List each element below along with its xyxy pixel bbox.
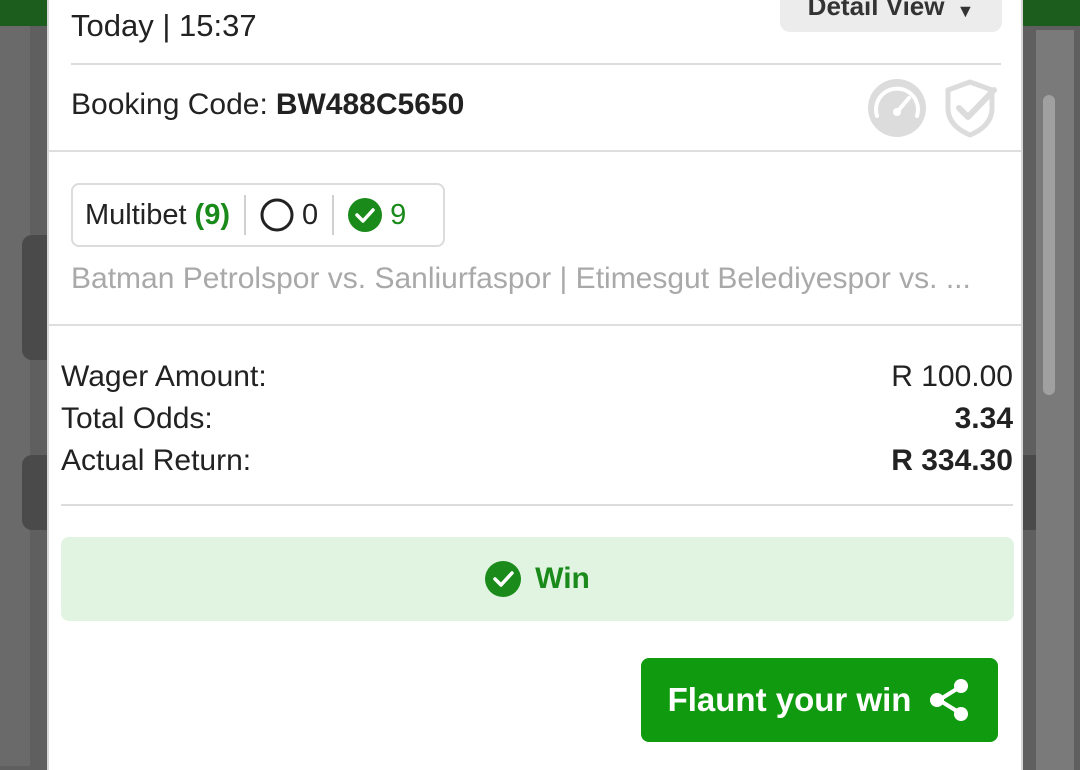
- return-value: R 334.30: [891, 444, 1013, 477]
- check-circle-icon: [485, 561, 522, 597]
- booking-code-row: Booking Code: BW488C5650: [71, 88, 464, 122]
- return-row: Actual Return: R 334.30: [61, 444, 1013, 486]
- bet-detail-modal: Today | 15:37 Detail View ▼ Booking Code…: [47, 0, 1023, 770]
- share-icon: [930, 679, 969, 721]
- matches-list[interactable]: Batman Petrolspor vs. Sanliurfaspor | Et…: [71, 262, 1001, 296]
- result-banner: Win: [61, 537, 1014, 621]
- chevron-down-icon: ▼: [956, 1, 975, 21]
- flaunt-your-win-button[interactable]: Flaunt your win: [641, 658, 998, 742]
- result-status: Win: [535, 562, 590, 595]
- background-left-strip: [0, 26, 30, 766]
- detail-view-label: Detail View: [807, 0, 945, 21]
- speedometer-icon[interactable]: [867, 78, 927, 138]
- divider: [61, 504, 1013, 506]
- return-label: Actual Return:: [61, 444, 252, 477]
- bet-legs-section: Multibet (9) 0 9 Batman Petrolspor vs. S…: [49, 152, 1021, 326]
- wager-label: Wager Amount:: [61, 360, 267, 393]
- open-legs-count: 0: [302, 198, 319, 231]
- bet-date-time: Today | 15:37: [71, 8, 257, 43]
- bet-header: Today | 15:37 Detail View ▼ Booking Code…: [49, 0, 1021, 152]
- multibet-count: (9): [194, 198, 230, 231]
- circle-outline-icon: [260, 198, 294, 232]
- background-scroll-thumb: [1043, 95, 1055, 395]
- booking-code-label: Booking Code:: [71, 88, 268, 121]
- multibet-summary-pill[interactable]: Multibet (9) 0 9: [71, 183, 445, 247]
- pill-separator: [332, 195, 335, 235]
- wager-row: Wager Amount: R 100.00: [61, 360, 1013, 402]
- pill-separator: [244, 195, 246, 235]
- background-scroll-track: [1036, 30, 1074, 770]
- divider: [71, 63, 1001, 65]
- odds-value: 3.34: [954, 402, 1013, 435]
- odds-label: Total Odds:: [61, 402, 213, 435]
- check-circle-icon: [348, 198, 383, 232]
- multibet-label: Multibet: [85, 198, 187, 231]
- booking-code-value: BW488C5650: [275, 88, 465, 121]
- wager-value: R 100.00: [891, 360, 1013, 393]
- odds-row: Total Odds: 3.34: [61, 402, 1013, 444]
- flaunt-button-label: Flaunt your win: [667, 681, 912, 718]
- won-legs-count: 9: [390, 198, 407, 231]
- detail-view-dropdown[interactable]: Detail View ▼: [780, 0, 1002, 32]
- bet-summary: Wager Amount: R 100.00 Total Odds: 3.34 …: [61, 360, 1013, 486]
- shield-check-icon[interactable]: [942, 78, 998, 138]
